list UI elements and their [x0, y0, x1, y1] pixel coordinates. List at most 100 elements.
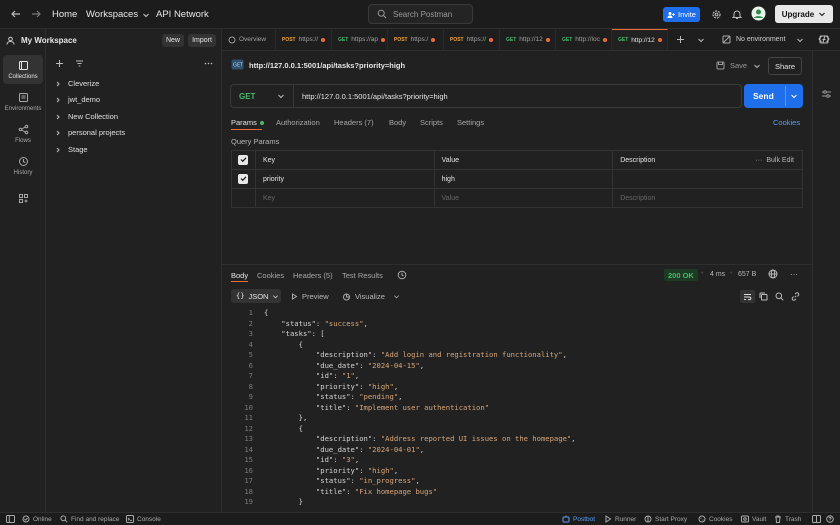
select-all-checkbox[interactable]: [238, 154, 248, 165]
wrap-lines-icon[interactable]: [740, 290, 755, 303]
response-tab-test-results[interactable]: Test Results: [342, 271, 383, 280]
tab-request[interactable]: GET http://loc: [556, 29, 612, 50]
cookies-button[interactable]: Cookies: [698, 515, 732, 523]
tab-request-active[interactable]: GET http://12: [612, 29, 668, 50]
share-button[interactable]: Share: [768, 57, 802, 75]
tab-body[interactable]: Body: [389, 118, 406, 127]
response-tab-headers[interactable]: Headers (5): [293, 271, 333, 280]
tab-settings[interactable]: Settings: [457, 118, 484, 127]
tab-request[interactable]: GET https://ap: [332, 29, 388, 50]
rail-item-history[interactable]: History: [3, 151, 43, 180]
response-size[interactable]: 657 B: [738, 271, 756, 278]
tab-request[interactable]: POST https://: [444, 29, 500, 50]
response-tab-body[interactable]: Body: [231, 271, 248, 280]
chevron-down-icon[interactable]: [753, 62, 761, 70]
chevron-down-icon[interactable]: [697, 36, 705, 44]
visualize-button[interactable]: Visualize: [342, 292, 400, 301]
new-button[interactable]: New: [162, 34, 184, 47]
vault-button[interactable]: Vault: [741, 515, 766, 523]
tab-request[interactable]: GET http://12: [500, 29, 556, 50]
filter-icon[interactable]: [75, 59, 84, 68]
trash-button[interactable]: Trash: [774, 515, 801, 523]
postbot-button[interactable]: Postbot: [562, 515, 595, 523]
more-options-icon[interactable]: [204, 59, 213, 68]
find-replace-label: Find and replace: [71, 515, 120, 523]
link-icon[interactable]: [791, 292, 800, 301]
param-value-cell[interactable]: high: [433, 169, 614, 189]
save-button[interactable]: Save: [716, 61, 747, 70]
param-key-cell[interactable]: priority: [254, 169, 435, 189]
runner-button[interactable]: Runner: [604, 515, 636, 523]
rail-item-flows[interactable]: Flows: [3, 119, 43, 148]
send-button[interactable]: Send: [744, 84, 803, 108]
home-link[interactable]: Home: [52, 9, 77, 20]
method-badge: GET: [562, 36, 573, 43]
preview-label: Preview: [302, 292, 329, 301]
upgrade-button[interactable]: Upgrade: [775, 5, 833, 23]
copy-icon[interactable]: [759, 292, 768, 301]
format-select[interactable]: {} JSON: [231, 289, 281, 303]
rail-item-configure[interactable]: [3, 187, 43, 209]
avatar[interactable]: [751, 6, 766, 21]
find-replace-button[interactable]: Find and replace: [60, 515, 119, 523]
collection-item[interactable]: personal projects: [55, 128, 125, 137]
plus-icon[interactable]: [55, 59, 64, 68]
value-placeholder-cell[interactable]: Value: [433, 188, 614, 208]
globe-icon[interactable]: [768, 269, 778, 279]
code-icon[interactable]: [818, 34, 830, 44]
tab-headers[interactable]: Headers (7): [334, 118, 374, 127]
workspaces-menu[interactable]: Workspaces: [86, 9, 150, 20]
console-button[interactable]: Console: [126, 515, 161, 523]
description-placeholder-cell[interactable]: Description: [612, 188, 803, 208]
chevron-down-icon[interactable]: [796, 36, 804, 44]
tab-overview[interactable]: Overview: [222, 29, 276, 50]
collection-item[interactable]: jwt_demo: [55, 95, 100, 104]
search-icon[interactable]: [775, 292, 784, 301]
rail-item-environments[interactable]: Environments: [3, 87, 43, 116]
new-tab-plus-icon[interactable]: [676, 35, 685, 44]
collection-item[interactable]: New Collection: [55, 112, 118, 121]
param-description-cell[interactable]: [612, 169, 803, 189]
environment-selector[interactable]: No environment: [736, 36, 785, 43]
invite-button[interactable]: Invite: [663, 7, 700, 22]
params-active-dot: [259, 120, 264, 125]
key-placeholder-cell[interactable]: Key: [254, 188, 435, 208]
request-title[interactable]: http://127.0.0.1:5001/api/tasks?priority…: [249, 61, 405, 70]
response-tab-cookies[interactable]: Cookies: [257, 271, 284, 280]
help-icon[interactable]: [826, 515, 834, 523]
status-badge[interactable]: 200 OK: [664, 269, 698, 281]
tab-params[interactable]: Params: [231, 118, 264, 127]
response-body-code[interactable]: 1 {2 "status": "success", 3 "tasks": [4 {5…: [231, 308, 811, 508]
url-input[interactable]: http://127.0.0.1:5001/api/tasks?priority…: [302, 92, 448, 101]
method-select[interactable]: GET: [231, 85, 294, 107]
layout-icon[interactable]: [812, 515, 821, 523]
settings-icon[interactable]: [711, 9, 722, 20]
api-network-link[interactable]: API Network: [156, 9, 209, 20]
bell-icon[interactable]: [732, 9, 742, 20]
sidebar-toggle-icon[interactable]: [6, 515, 15, 523]
search-box[interactable]: Search Postman: [368, 4, 473, 24]
tab-authorization[interactable]: Authorization: [276, 118, 320, 127]
cookies-link[interactable]: Cookies: [773, 118, 800, 127]
tab-scripts[interactable]: Scripts: [420, 118, 443, 127]
tab-request[interactable]: POST https:/: [388, 29, 444, 50]
code-line: "description": "Add login and registrati…: [264, 350, 567, 359]
tab-request[interactable]: POST https://: [276, 29, 332, 50]
online-status[interactable]: Online: [22, 515, 52, 523]
rail-item-collections[interactable]: Collections: [3, 55, 43, 84]
preview-button[interactable]: Preview: [291, 292, 329, 301]
workspace-name[interactable]: My Workspace: [21, 36, 77, 45]
forward-arrow-icon[interactable]: [30, 8, 42, 20]
row-checkbox[interactable]: [238, 173, 248, 184]
collection-item[interactable]: Stage: [55, 145, 88, 154]
chevron-down-icon[interactable]: [790, 92, 798, 100]
back-arrow-icon[interactable]: [10, 8, 22, 20]
history-icon[interactable]: [397, 270, 407, 280]
import-button[interactable]: Import: [188, 34, 216, 47]
bulk-edit-button[interactable]: ··· Bulk Edit: [755, 157, 794, 164]
collection-item[interactable]: Cleverize: [55, 79, 99, 88]
start-proxy-button[interactable]: Start Proxy: [644, 515, 687, 523]
settings-sliders-icon[interactable]: [821, 89, 832, 99]
more-options-icon[interactable]: ···: [790, 270, 798, 279]
response-time[interactable]: 4 ms: [710, 271, 725, 278]
